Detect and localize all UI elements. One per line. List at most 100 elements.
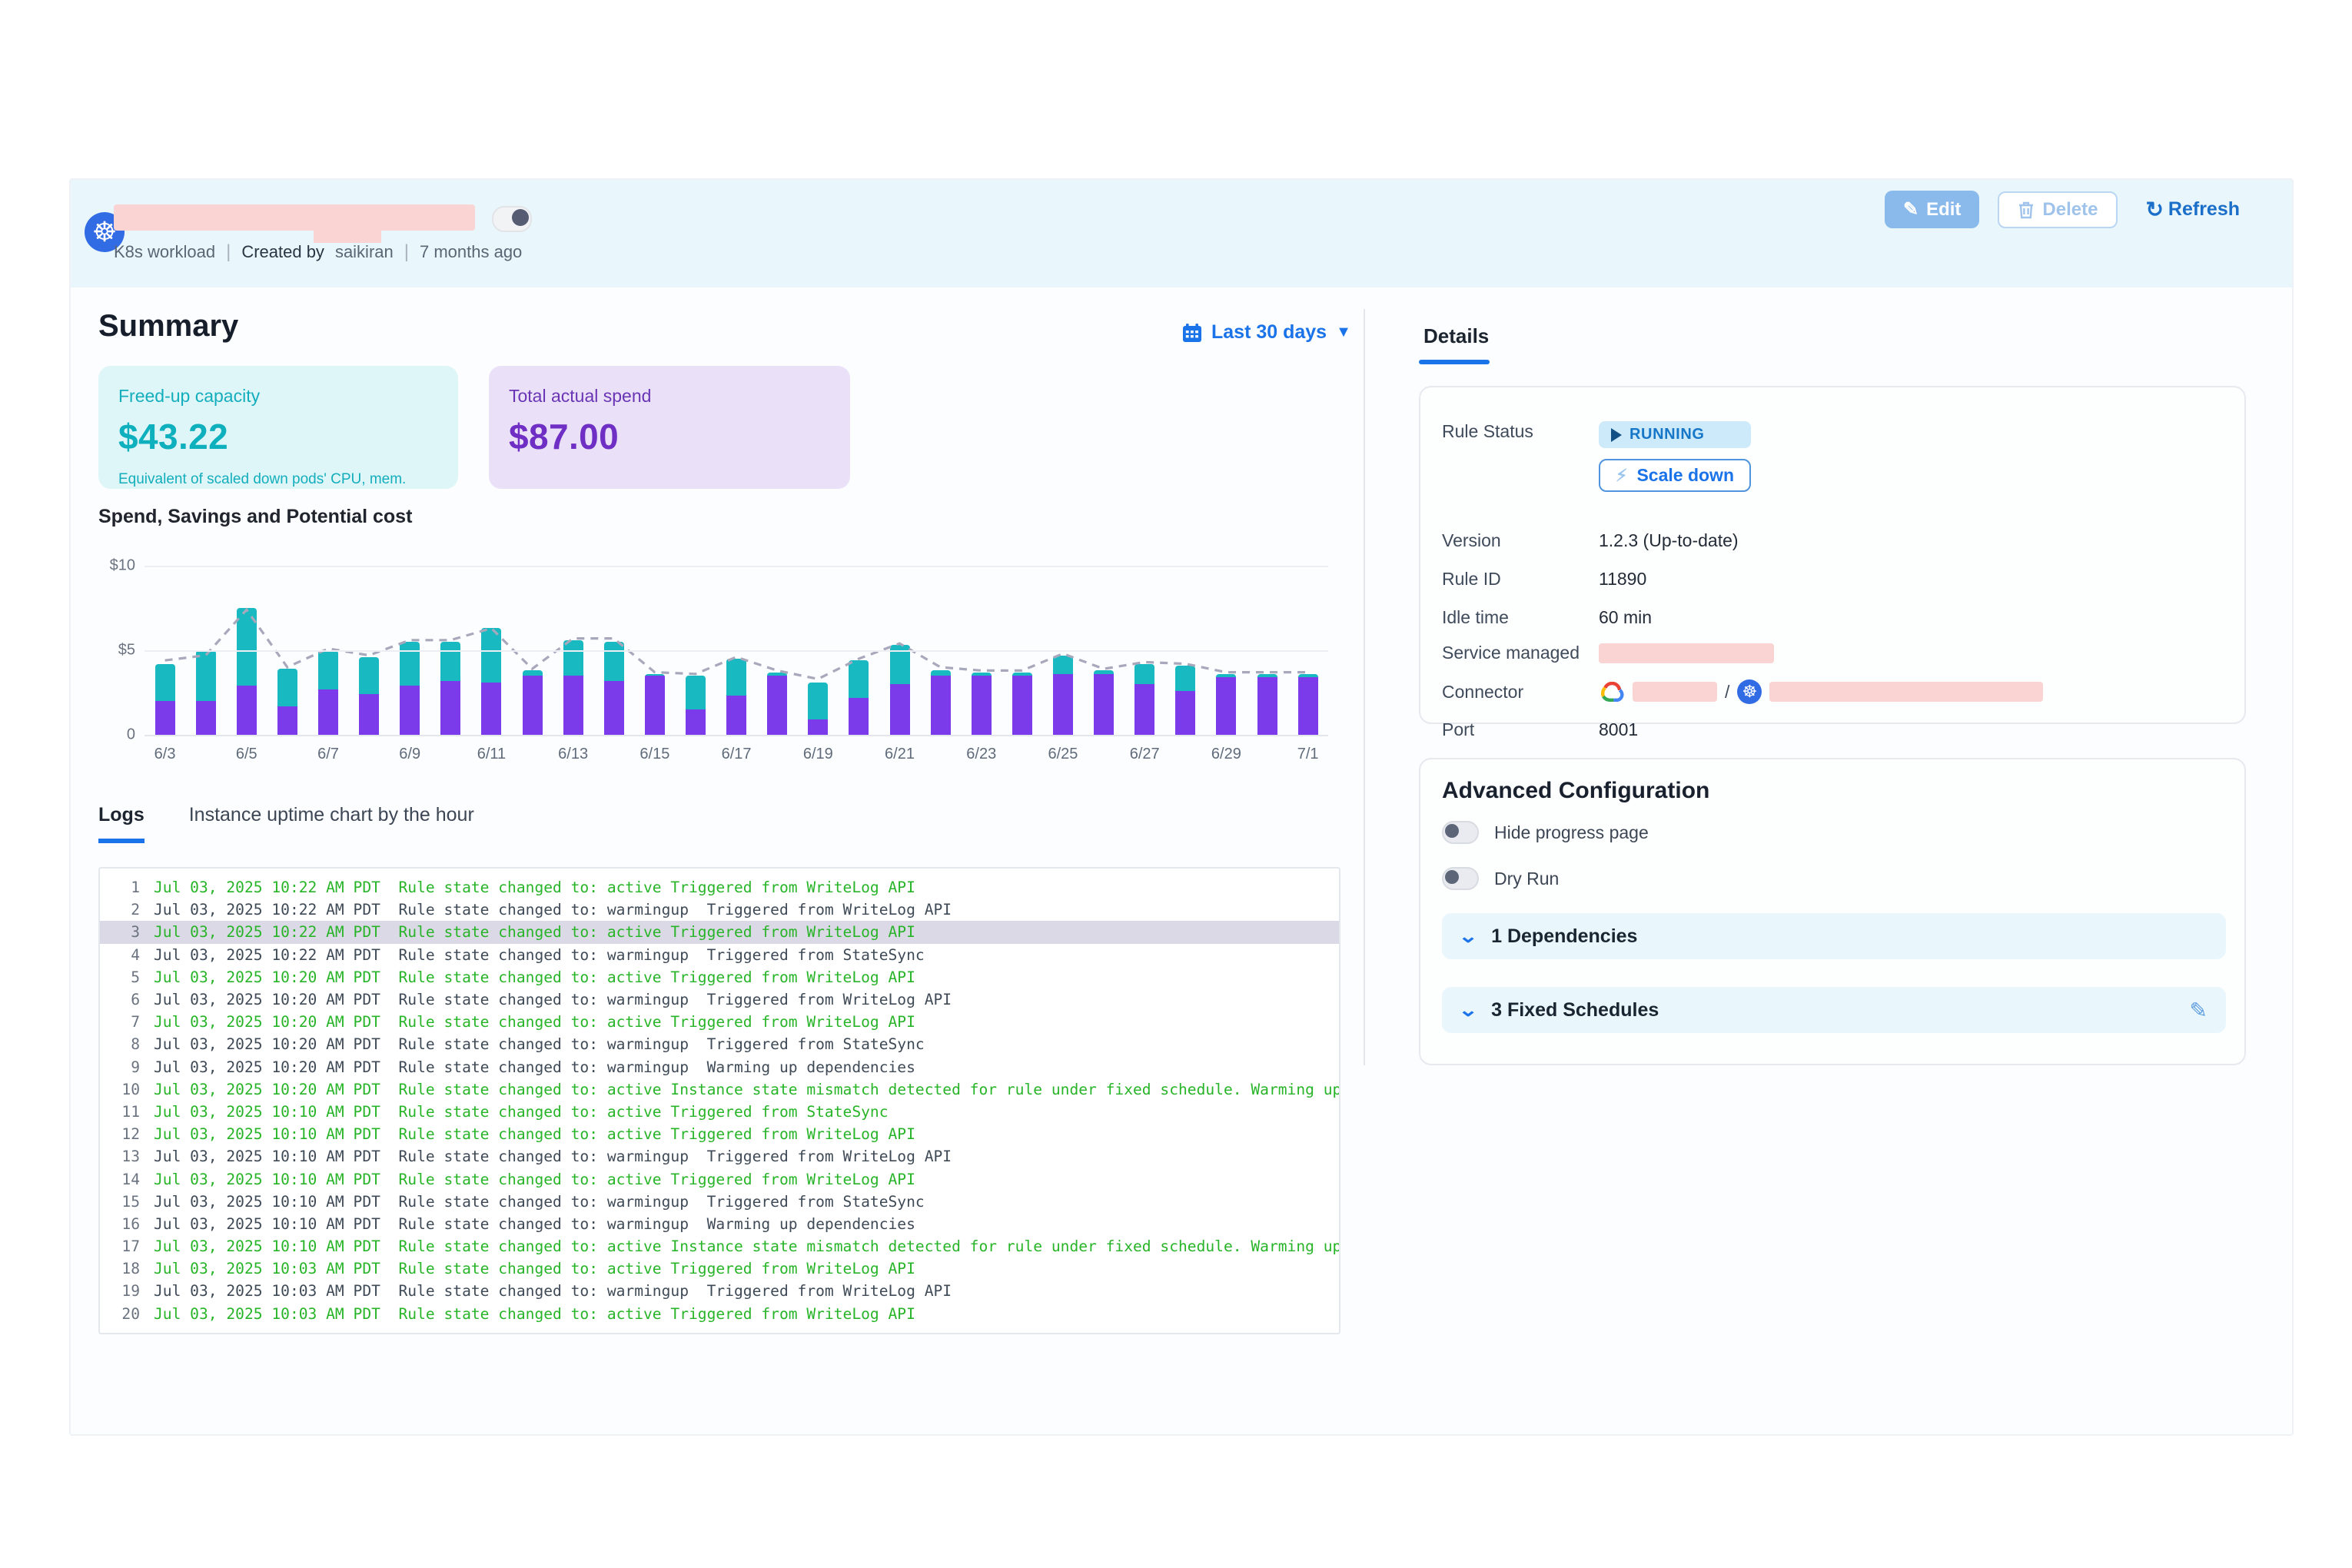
- scale-down-button[interactable]: ⚡︎ Scale down: [1599, 459, 1751, 492]
- spend-segment: [523, 676, 543, 735]
- y-axis-tick: $5: [118, 642, 135, 659]
- stacked-bar[interactable]: [1216, 674, 1236, 735]
- hide-progress-toggle[interactable]: [1442, 821, 1479, 844]
- stacked-bar[interactable]: [440, 642, 460, 735]
- log-row[interactable]: 1Jul 03, 2025 10:22 AM PDT Rule state ch…: [100, 876, 1339, 899]
- trash-icon: [2018, 201, 2035, 219]
- tab-instance-uptime[interactable]: Instance uptime chart by the hour: [189, 804, 474, 843]
- log-line-number: 6: [100, 991, 140, 1008]
- log-message: Jul 03, 2025 10:20 AM PDT Rule state cha…: [154, 968, 915, 986]
- savings-segment: [400, 642, 420, 686]
- stacked-bar[interactable]: [523, 670, 543, 735]
- created-by-user[interactable]: saikiran: [335, 242, 394, 262]
- pencil-icon: ✎: [1903, 198, 1918, 221]
- stacked-bar[interactable]: [767, 673, 787, 735]
- log-row[interactable]: 12Jul 03, 2025 10:10 AM PDT Rule state c…: [100, 1123, 1339, 1145]
- x-axis-tick: 6/19: [798, 746, 839, 763]
- log-row[interactable]: 5Jul 03, 2025 10:20 AM PDT Rule state ch…: [100, 966, 1339, 988]
- stacked-bar[interactable]: [890, 645, 910, 735]
- stacked-bar[interactable]: [808, 683, 828, 735]
- log-row[interactable]: 13Jul 03, 2025 10:10 AM PDT Rule state c…: [100, 1145, 1339, 1168]
- log-message: Jul 03, 2025 10:20 AM PDT Rule state cha…: [154, 1058, 915, 1076]
- stacked-bar[interactable]: [318, 650, 338, 735]
- stacked-bar[interactable]: [400, 642, 420, 735]
- stacked-bar[interactable]: [1175, 666, 1195, 735]
- total-actual-spend-card: Total actual spend $87.00: [489, 366, 850, 489]
- stacked-bar[interactable]: [1012, 673, 1032, 735]
- dry-run-toggle[interactable]: [1442, 867, 1479, 890]
- log-line-number: 16: [100, 1215, 140, 1233]
- log-message: Jul 03, 2025 10:10 AM PDT Rule state cha…: [154, 1103, 889, 1121]
- log-line-number: 11: [100, 1103, 140, 1121]
- log-row[interactable]: 8Jul 03, 2025 10:20 AM PDT Rule state ch…: [100, 1033, 1339, 1055]
- stacked-bar[interactable]: [196, 650, 216, 735]
- x-axis-tick: [267, 746, 307, 763]
- x-axis-tick: [1002, 746, 1042, 763]
- stacked-bar[interactable]: [277, 669, 297, 735]
- log-panel[interactable]: 1Jul 03, 2025 10:22 AM PDT Rule state ch…: [98, 867, 1340, 1334]
- stacked-bar[interactable]: [686, 676, 706, 735]
- fixed-schedules-accordion[interactable]: ⌄ 3 Fixed Schedules ✎: [1442, 987, 2226, 1033]
- stacked-bar[interactable]: [849, 660, 869, 735]
- date-range-picker[interactable]: Last 30 days ▼: [1182, 321, 1351, 344]
- title-status-toggle[interactable]: [492, 206, 532, 232]
- stacked-bar[interactable]: [931, 670, 951, 735]
- stacked-bar[interactable]: [155, 664, 175, 735]
- stacked-bar[interactable]: [1094, 670, 1114, 735]
- savings-segment: [1175, 666, 1195, 691]
- tab-details[interactable]: Details: [1423, 324, 1489, 348]
- log-row[interactable]: 19Jul 03, 2025 10:03 AM PDT Rule state c…: [100, 1280, 1339, 1302]
- idle-time-value: 60 min: [1599, 607, 1652, 628]
- log-row[interactable]: 6Jul 03, 2025 10:20 AM PDT Rule state ch…: [100, 988, 1339, 1011]
- edit-button[interactable]: ✎ Edit: [1885, 191, 1979, 228]
- divider: |: [404, 241, 409, 263]
- service-managed-redacted: [1599, 643, 1774, 663]
- workload-title-redacted: [114, 204, 475, 231]
- spend-savings-chart: $10$50 6/36/56/76/96/116/136/156/176/196…: [98, 549, 1344, 795]
- log-row[interactable]: 15Jul 03, 2025 10:10 AM PDT Rule state c…: [100, 1191, 1339, 1213]
- log-row[interactable]: 10Jul 03, 2025 10:20 AM PDT Rule state c…: [100, 1078, 1339, 1101]
- stacked-bar[interactable]: [1134, 664, 1154, 735]
- stacked-bar[interactable]: [972, 673, 992, 735]
- workload-type-label: K8s workload: [114, 242, 215, 262]
- bar-column-6/13: [553, 549, 593, 735]
- tab-logs[interactable]: Logs: [98, 804, 145, 843]
- log-row[interactable]: 16Jul 03, 2025 10:10 AM PDT Rule state c…: [100, 1213, 1339, 1235]
- log-row[interactable]: 2Jul 03, 2025 10:22 AM PDT Rule state ch…: [100, 899, 1339, 921]
- stacked-bar[interactable]: [237, 608, 257, 735]
- stacked-bar[interactable]: [604, 642, 624, 735]
- log-row[interactable]: 17Jul 03, 2025 10:10 AM PDT Rule state c…: [100, 1235, 1339, 1257]
- stacked-bar[interactable]: [481, 628, 501, 735]
- stacked-bar[interactable]: [726, 659, 746, 735]
- x-axis-tick: [512, 746, 553, 763]
- stacked-bar[interactable]: [359, 657, 379, 735]
- bar-column-6/26: [1084, 549, 1125, 735]
- stacked-bar[interactable]: [645, 674, 665, 735]
- stacked-bar[interactable]: [1053, 656, 1073, 735]
- log-row[interactable]: 20Jul 03, 2025 10:03 AM PDT Rule state c…: [100, 1303, 1339, 1325]
- refresh-button[interactable]: ↻ Refresh: [2136, 195, 2249, 224]
- stacked-bar[interactable]: [1298, 674, 1318, 735]
- hide-progress-toggle-row: Hide progress page: [1442, 821, 1649, 844]
- dependencies-accordion[interactable]: ⌄ 1 Dependencies: [1442, 913, 2226, 959]
- x-axis-tick: [920, 746, 961, 763]
- chart-bars: [145, 549, 1328, 735]
- savings-segment: [604, 642, 624, 681]
- log-row[interactable]: 4Jul 03, 2025 10:22 AM PDT Rule state ch…: [100, 944, 1339, 966]
- savings-segment: [563, 640, 583, 676]
- log-row[interactable]: 7Jul 03, 2025 10:20 AM PDT Rule state ch…: [100, 1011, 1339, 1033]
- log-row[interactable]: 11 Jul 03, 2025 10:10 AM PDT Rule state c…: [100, 1101, 1339, 1123]
- delete-button[interactable]: Delete: [1998, 191, 2118, 228]
- date-range-label: Last 30 days: [1211, 321, 1327, 344]
- stacked-bar[interactable]: [1257, 674, 1277, 735]
- bar-column-6/18: [757, 549, 798, 735]
- log-row[interactable]: 3Jul 03, 2025 10:22 AM PDT Rule state ch…: [100, 921, 1339, 943]
- savings-segment: [726, 659, 746, 696]
- x-axis-tick: 7/1: [1287, 746, 1328, 763]
- bar-column-6/3: [145, 549, 185, 735]
- log-row[interactable]: 18Jul 03, 2025 10:03 AM PDT Rule state c…: [100, 1257, 1339, 1280]
- log-row[interactable]: 14Jul 03, 2025 10:10 AM PDT Rule state c…: [100, 1168, 1339, 1190]
- log-row[interactable]: 9Jul 03, 2025 10:20 AM PDT Rule state ch…: [100, 1056, 1339, 1078]
- edit-schedules-pencil-icon[interactable]: ✎: [2190, 998, 2207, 1023]
- stacked-bar[interactable]: [563, 640, 583, 735]
